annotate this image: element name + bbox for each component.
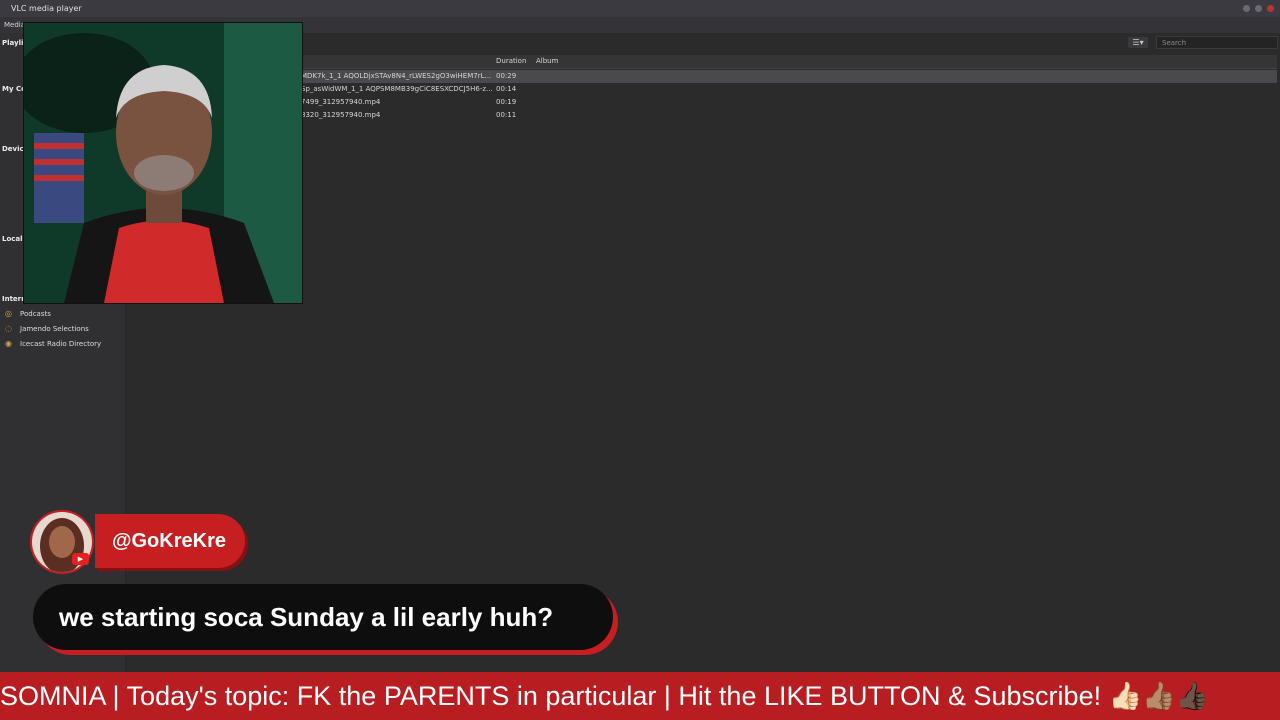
minimize-button[interactable]: [1243, 5, 1250, 12]
chat-username: @GoKreKre: [95, 514, 245, 568]
row-title: 8320_312957940.mp4: [301, 111, 381, 119]
search-input[interactable]: Search: [1156, 36, 1278, 49]
row-duration: 00:14: [496, 85, 517, 93]
row-title: Sp_asWidWM_1_1 AQPSM8MB39gCiC8ESXCDCJ5H6…: [301, 85, 493, 93]
podcast-icon: ◎: [5, 309, 12, 318]
maximize-button[interactable]: [1255, 5, 1262, 12]
news-ticker: SOMNIA | Today's topic: FK the PARENTS i…: [0, 672, 1280, 720]
row-duration: 00:11: [496, 111, 517, 119]
title-bar: VLC media player: [0, 0, 1280, 17]
menu-media[interactable]: Media: [4, 17, 25, 33]
row-duration: 00:19: [496, 98, 517, 106]
row-duration: 00:29: [496, 72, 517, 80]
webcam-overlay: [23, 22, 303, 304]
list-view-icon[interactable]: ☰▾: [1128, 37, 1148, 48]
close-button[interactable]: [1267, 5, 1274, 12]
sidebar-item-label: Icecast Radio Directory: [20, 339, 102, 348]
chat-message: we starting soca Sunday a lil early huh?: [33, 584, 613, 650]
row-title: 7499_312957940.mp4: [301, 98, 381, 106]
window-controls: [1243, 5, 1274, 12]
sidebar-item-label: Podcasts: [20, 309, 51, 318]
column-duration[interactable]: Duration: [496, 55, 526, 68]
youtube-icon: ▶: [72, 553, 89, 565]
ticker-text: SOMNIA | Today's topic: FK the PARENTS i…: [0, 681, 1210, 711]
radio-icon: ◉: [5, 339, 12, 348]
sidebar-item-jamendo[interactable]: ◌ Jamendo Selections: [4, 324, 89, 333]
jamendo-icon: ◌: [5, 324, 12, 333]
webcam-image: [24, 23, 302, 303]
sidebar-item-label: Jamendo Selections: [20, 324, 89, 333]
row-title: MDK7k_1_1 AQOLDjxSTAv8N4_rLWES2gO3wiHEM7…: [301, 72, 492, 80]
sidebar-item-icecast[interactable]: ◉ Icecast Radio Directory: [4, 339, 101, 348]
column-album[interactable]: Album: [536, 55, 558, 68]
window-title: VLC media player: [11, 4, 82, 13]
sidebar-item-podcasts[interactable]: ◎ Podcasts: [4, 309, 51, 318]
